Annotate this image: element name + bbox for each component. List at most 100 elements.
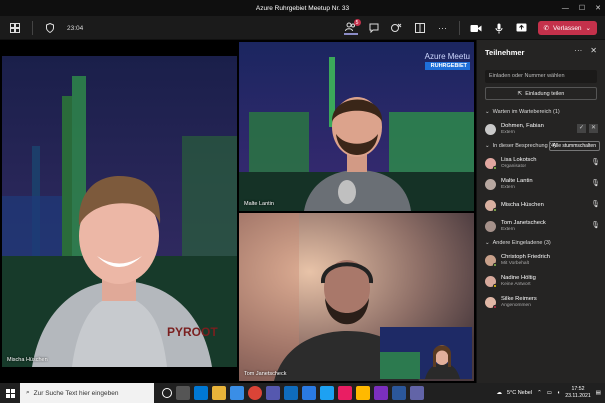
- window-title: Azure Ruhrgebiet Meetup Nr. 33: [255, 4, 350, 12]
- microphone-icon[interactable]: [492, 21, 506, 35]
- self-view[interactable]: [380, 327, 472, 379]
- deny-button[interactable]: ✕: [589, 124, 598, 133]
- list-item[interactable]: Christoph Friedrich Mit Vorbehalt: [485, 251, 600, 269]
- list-item[interactable]: Dohmen, Fabian Extern ✓ ✕: [485, 120, 600, 138]
- list-item[interactable]: Malte Lantin Extern 🎙: [485, 175, 600, 193]
- participants-badge: 5: [353, 19, 361, 26]
- app-icon[interactable]: [302, 386, 316, 400]
- store-icon[interactable]: [230, 386, 244, 400]
- more-actions-icon[interactable]: ···: [436, 21, 450, 35]
- app-icon[interactable]: [410, 386, 424, 400]
- admit-button[interactable]: ✓: [577, 124, 586, 133]
- video-stage: PYROOT Mischa Hüschen Azure Meetu RUHRGE…: [0, 40, 476, 383]
- windows-start-icon[interactable]: [0, 383, 20, 403]
- waiting-section-header[interactable]: ⌄ Warten im Wartebereich (1): [485, 109, 560, 115]
- chevron-down-icon: ⌄: [485, 240, 490, 246]
- list-item[interactable]: Lisa Lokotsch Organisator 🎙: [485, 154, 600, 172]
- list-item[interactable]: Nadine Höltig Keine Antwort: [485, 272, 600, 290]
- chat-icon[interactable]: [367, 21, 381, 35]
- edge-icon[interactable]: [194, 386, 208, 400]
- app-icon[interactable]: [338, 386, 352, 400]
- chevron-down-icon[interactable]: ⌄: [586, 24, 591, 32]
- weather-text[interactable]: 5°C Nebel: [507, 390, 532, 396]
- avatar: [485, 254, 497, 267]
- banner-subtitle: RUHRGEBIET: [424, 62, 470, 70]
- participants-icon[interactable]: 5: [343, 19, 361, 35]
- meeting-toolbar: 23:04 5 ··· ✆ Verlassen ⌄: [0, 16, 605, 40]
- panel-title: Teilnehmer: [485, 48, 525, 57]
- event-banner: Azure Meetu RUHRGEBIET: [424, 52, 470, 70]
- close-window-button[interactable]: ✕: [595, 4, 601, 12]
- person-role: Angenommen: [501, 302, 531, 308]
- person-role: Extern: [501, 226, 515, 232]
- meeting-timer: 23:04: [67, 24, 84, 32]
- teams-icon[interactable]: [266, 386, 280, 400]
- list-item[interactable]: Mischa Hüschen 🎙: [485, 196, 600, 214]
- mute-all-button[interactable]: Alle stummschalten: [548, 141, 600, 151]
- participants-panel: Teilnehmer ··· ✕ Einladen oder Nummer wä…: [476, 40, 605, 383]
- video-tile[interactable]: Tom Janetscheck: [239, 213, 474, 381]
- microphone-icon: 🎙: [591, 159, 600, 166]
- divider: [32, 21, 33, 35]
- in-meeting-header: In dieser Besprechung (4): [492, 143, 556, 149]
- divider: [458, 21, 460, 35]
- task-view-icon[interactable]: [176, 386, 190, 400]
- leave-label: Verlassen: [553, 24, 582, 32]
- svg-text:PYROOT: PYROOT: [167, 325, 218, 339]
- person-role: Mit Vorbehalt: [501, 260, 529, 266]
- presence-icon: [493, 283, 497, 288]
- list-item[interactable]: Tom Janetscheck Extern 🎙: [485, 217, 600, 235]
- maximize-button[interactable]: ☐: [579, 4, 585, 12]
- reactions-icon[interactable]: [390, 21, 404, 35]
- word-icon[interactable]: [392, 386, 406, 400]
- participant-name-label: Malte Lantin: [244, 201, 274, 207]
- more-options-icon[interactable]: ···: [574, 46, 582, 55]
- video-tile[interactable]: PYROOT Mischa Hüschen: [2, 56, 237, 367]
- share-invite-button[interactable]: ⇱ Einladung teilen: [485, 87, 597, 100]
- chrome-icon[interactable]: [248, 386, 262, 400]
- presence-icon: [493, 304, 497, 309]
- title-bar: Azure Ruhrgebiet Meetup Nr. 33 — ☐ ✕: [0, 0, 605, 16]
- avatar: [485, 178, 496, 190]
- person-name: Dohmen, Fabian: [501, 122, 544, 129]
- person-role: Organisator: [501, 163, 527, 169]
- system-tray: ☁ 5°C Nebel ⌃ ▭ ◖ 17:52 23.11.2021 ▤: [496, 383, 601, 403]
- clock[interactable]: 17:52 23.11.2021: [565, 386, 591, 400]
- network-icon[interactable]: ▭: [547, 390, 552, 396]
- others-section-header[interactable]: ⌄ Andere Eingeladene (3): [485, 240, 551, 246]
- in-meeting-section-header[interactable]: ⌄ In dieser Besprechung (4): [485, 143, 556, 149]
- cortana-icon[interactable]: [162, 388, 172, 398]
- search-placeholder: Zur Suche Text hier eingeben: [33, 389, 119, 397]
- clock-date: 23.11.2021: [565, 393, 591, 399]
- invite-input[interactable]: Einladen oder Nummer wählen: [485, 70, 597, 83]
- others-header: Andere Eingeladene (3): [492, 240, 551, 246]
- minimize-button[interactable]: —: [562, 5, 569, 12]
- close-panel-icon[interactable]: ✕: [590, 46, 597, 55]
- banner-title: Azure Meetu: [424, 52, 470, 61]
- presence-icon: [493, 207, 497, 212]
- phone-icon: ✆: [543, 25, 549, 32]
- app-icon[interactable]: [320, 386, 334, 400]
- app-icon[interactable]: [374, 386, 388, 400]
- microphone-icon: 🎙: [591, 180, 600, 187]
- share-screen-icon[interactable]: [515, 21, 529, 35]
- video-tile[interactable]: Azure Meetu RUHRGEBIET Malte Lantin: [239, 42, 474, 211]
- person-name: Mischa Hüschen: [501, 201, 544, 208]
- list-item[interactable]: Silke Reimers Angenommen: [485, 293, 600, 311]
- person-name: Tom Janetscheck: [501, 219, 546, 226]
- microphone-icon: 🎙: [591, 201, 600, 208]
- breakout-rooms-icon[interactable]: [413, 21, 427, 35]
- chevron-down-icon: ⌄: [485, 109, 490, 115]
- grid-view-icon[interactable]: [8, 21, 22, 35]
- notifications-icon[interactable]: ▤: [596, 390, 601, 396]
- leave-button[interactable]: ✆ Verlassen ⌄: [537, 21, 597, 35]
- camera-icon[interactable]: [469, 21, 483, 35]
- app-icon[interactable]: [356, 386, 370, 400]
- file-explorer-icon[interactable]: [212, 386, 226, 400]
- outlook-icon[interactable]: [284, 386, 298, 400]
- chevron-down-icon: ⌄: [485, 143, 490, 149]
- volume-icon[interactable]: ◖: [557, 390, 560, 396]
- taskbar-search-input[interactable]: ⌕ Zur Suche Text hier eingeben: [20, 383, 154, 403]
- person-role: Keine Antwort: [501, 281, 531, 287]
- chevron-up-icon[interactable]: ⌃: [537, 390, 542, 396]
